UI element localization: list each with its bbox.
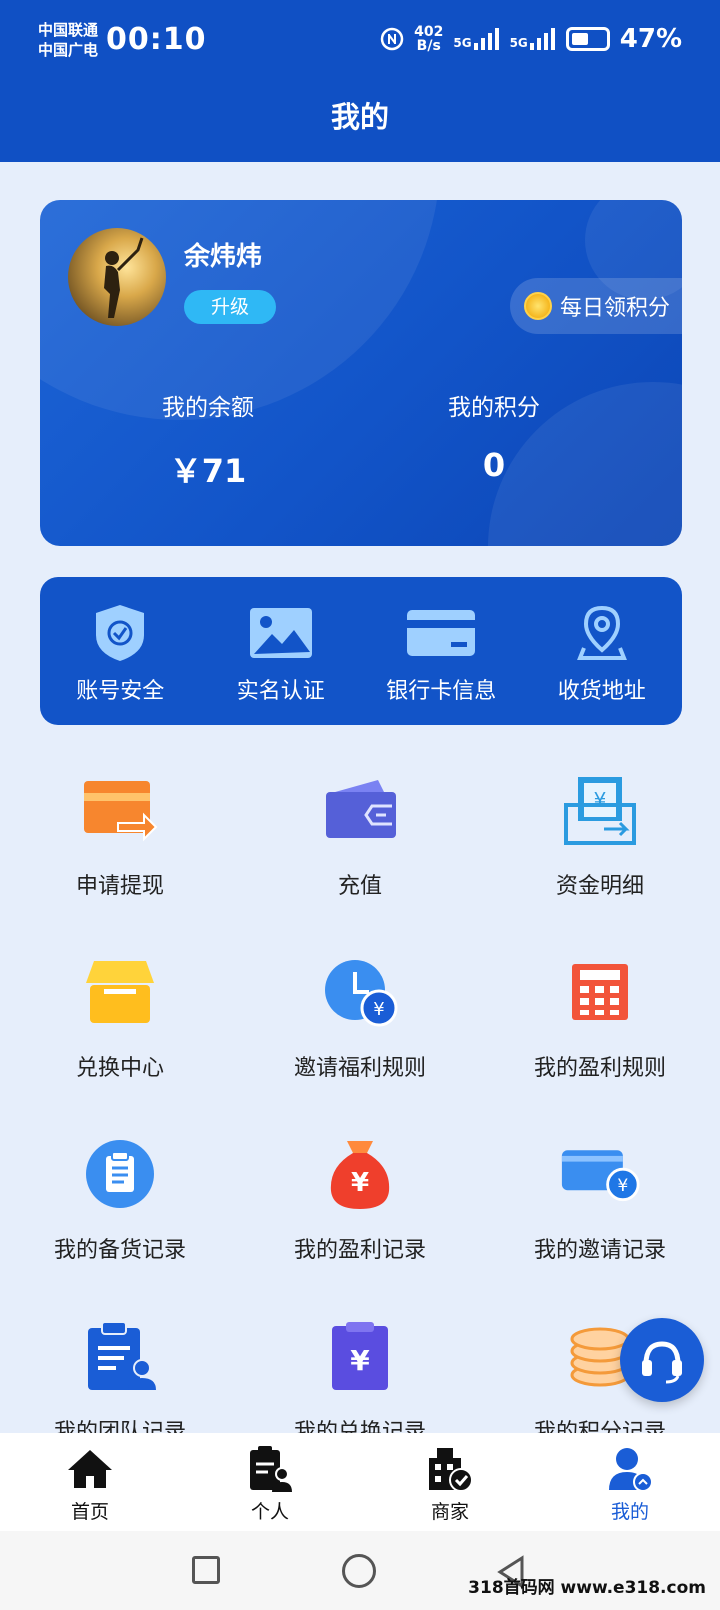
money-bag-icon: ¥: [330, 1141, 390, 1209]
quick-account-security[interactable]: 账号安全: [40, 577, 201, 725]
points-label: 我的积分: [448, 395, 540, 421]
menu-grid: 申请提现 充值 ¥ 资金明细 兑换中心 ¥ 邀请福利规则 我的盈利规则 我的备货…: [0, 770, 720, 1498]
withdraw-card-icon: [84, 781, 158, 842]
menu-invite-rules[interactable]: ¥ 邀请福利规则: [240, 952, 480, 1134]
team-doc-icon: [88, 1321, 156, 1390]
daily-points-button[interactable]: 每日领积分: [509, 278, 682, 334]
carrier-info: 中国联通 中国广电: [38, 20, 98, 60]
watermark: 318首码网 www.e318.com: [468, 1578, 706, 1598]
home-button[interactable]: [342, 1554, 376, 1588]
avatar[interactable]: [68, 228, 166, 326]
personal-doc-icon: [250, 1446, 292, 1492]
customer-service-button[interactable]: [620, 1318, 704, 1402]
headset-icon: [642, 1341, 682, 1384]
svg-text:¥: ¥: [617, 1176, 628, 1196]
balance-label: 我的余额: [162, 395, 254, 421]
shield-check-icon: [96, 605, 145, 661]
upgrade-button[interactable]: 升级: [184, 290, 276, 324]
signal-bars-icon: [473, 28, 499, 50]
location-pin-icon: [576, 605, 627, 660]
net-speed: 402 B/s: [414, 24, 444, 54]
carrier-1: 中国联通: [38, 21, 99, 39]
points-value: 0: [482, 446, 506, 484]
svg-text:¥: ¥: [594, 788, 607, 812]
tab-mine[interactable]: 我的: [540, 1433, 720, 1531]
wallet-icon: [326, 780, 396, 838]
signal-2: 5G: [510, 28, 556, 50]
quick-bank-card[interactable]: 银行卡信息: [361, 577, 522, 725]
signal-1: 5G: [453, 28, 499, 50]
menu-profit-records[interactable]: ¥ 我的盈利记录: [240, 1134, 480, 1316]
wallet-yen-icon: ¥: [561, 1150, 640, 1202]
menu-fund-details[interactable]: ¥ 资金明细: [480, 770, 720, 952]
image-icon: [249, 608, 312, 658]
carrier-2: 中国广电: [38, 41, 99, 59]
fund-details-icon: ¥: [564, 777, 636, 845]
profile-card: 余炜炜 升级 每日领积分 我的余额 ￥71 我的积分 0: [40, 200, 682, 546]
status-time: 00:10: [106, 22, 207, 57]
tab-merchant[interactable]: 商家: [360, 1433, 540, 1531]
recent-apps-button[interactable]: [192, 1556, 220, 1584]
status-bar: 中国联通 中国广电 00:10 402 B/s 5G 5G 47%: [0, 0, 720, 85]
clipboard-icon: [86, 1140, 154, 1208]
menu-profit-rules[interactable]: 我的盈利规则: [480, 952, 720, 1134]
nfc-icon: [380, 27, 404, 51]
menu-recharge[interactable]: 充值: [240, 770, 480, 952]
svg-text:¥: ¥: [350, 1344, 370, 1377]
username: 余炜炜: [184, 242, 263, 272]
quick-real-name[interactable]: 实名认证: [201, 577, 362, 725]
coin-icon: [523, 292, 552, 320]
yen-clipboard-icon: ¥: [332, 1322, 388, 1390]
clock-yen-icon: ¥: [325, 960, 398, 1027]
status-indicators: 402 B/s 5G 5G 47%: [380, 24, 682, 54]
menu-stock-records[interactable]: 我的备货记录: [0, 1134, 240, 1316]
signal-bars-icon: [529, 28, 555, 50]
bank-card-icon: [407, 610, 476, 656]
bottom-tab-bar: 首页 个人 商家 我的: [0, 1433, 720, 1531]
page-title: 我的: [0, 85, 720, 162]
golfer-silhouette: [104, 237, 144, 318]
menu-invite-records[interactable]: ¥ 我的邀请记录: [480, 1134, 720, 1316]
quick-shipping-address[interactable]: 收货地址: [522, 577, 683, 725]
tab-personal[interactable]: 个人: [180, 1433, 360, 1531]
home-icon: [68, 1450, 112, 1488]
battery-icon: [565, 27, 610, 51]
daily-points-label: 每日领积分: [559, 296, 670, 321]
store-icon: [86, 961, 154, 1023]
user-icon: [609, 1448, 653, 1492]
svg-text:¥: ¥: [351, 1168, 369, 1198]
balance-value: ￥71: [169, 452, 247, 490]
merchant-building-icon: [429, 1448, 473, 1492]
menu-withdraw[interactable]: 申请提现: [0, 770, 240, 952]
system-nav-bar: 318首码网 www.e318.com: [0, 1531, 720, 1610]
menu-exchange-center[interactable]: 兑换中心: [0, 952, 240, 1134]
svg-text:¥: ¥: [373, 999, 384, 1020]
calculator-icon: [572, 964, 628, 1020]
quick-actions-card: 账号安全 实名认证 银行卡信息 收货地址: [40, 577, 682, 725]
battery-percent: 47%: [619, 24, 682, 54]
tab-home[interactable]: 首页: [0, 1433, 180, 1531]
